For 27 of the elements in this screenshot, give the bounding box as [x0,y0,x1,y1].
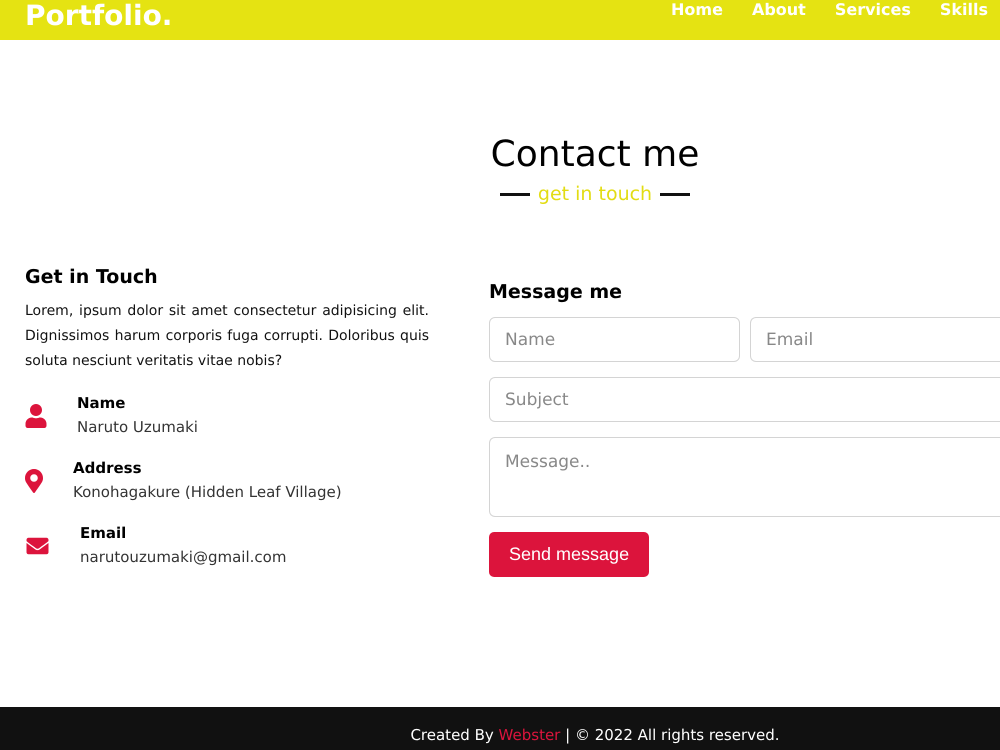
section-title: Contact me [490,133,700,177]
info-value: narutouzumaki@gmail.com [80,547,286,568]
text-input[interactable]: Email [750,317,1000,362]
text-input[interactable]: Subject [489,377,1000,422]
info-label: Email [80,523,128,544]
info-value: Naruto Uzumaki [77,417,198,438]
info-heading: Get in Touch [25,265,159,290]
person-icon [25,404,47,428]
section-subtitle: get in touch [538,182,652,206]
info-value: Konohagakure (Hidden Leaf Village) [73,482,342,503]
info-label: Name [77,393,126,414]
send-message-button[interactable]: Send message [489,532,650,577]
info-label: Address [73,458,143,479]
info-paragraph: Lorem, ipsum dolor sit amet consectetur adipisicing elit. Dignissimos harum corporis fuga corrupti. Doloribus quis soluta nesciunt veritatis vitae nobis? [25,302,429,371]
nav-link[interactable]: Skills [940,0,988,20]
author-link[interactable]: Webster [498,726,560,744]
nav-link[interactable]: Services [834,0,911,20]
nav-link[interactable]: Home [671,0,723,20]
divider-line [500,192,530,196]
footer-credit: Created By Webster | © 2022 All rights reserved. [410,724,780,744]
site-logo[interactable]: Portfolio. [25,0,172,32]
message-textarea[interactable]: Message.. [489,437,1000,517]
location-pin-icon [25,468,43,492]
nav-link[interactable]: About [752,0,806,20]
divider-line [660,192,690,196]
text-input[interactable]: Name [489,317,740,362]
form-heading: Message me [489,280,624,305]
